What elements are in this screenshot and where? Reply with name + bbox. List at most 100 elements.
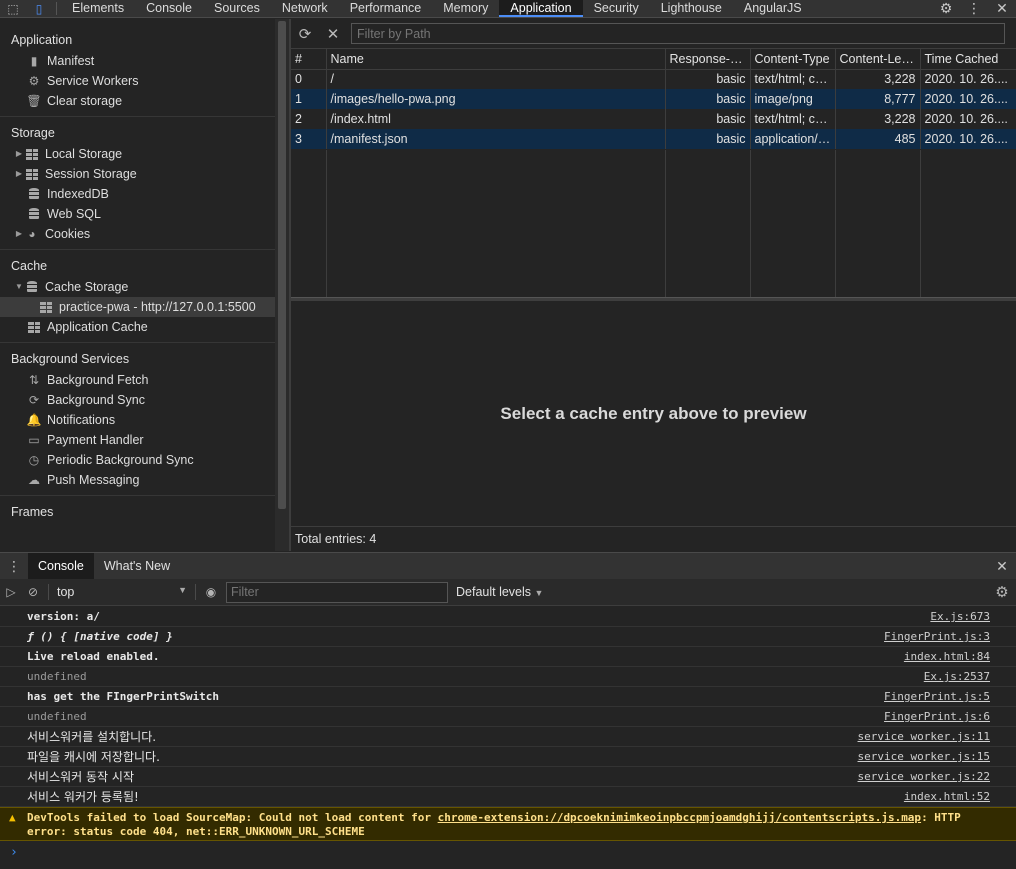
tab-security[interactable]: Security (583, 0, 650, 17)
sidebar-item-application-cache[interactable]: Application Cache (0, 317, 275, 337)
sidebar-item-clear-storage[interactable]: 🗑 Clear storage (0, 91, 275, 111)
drawer-tab-whats-new[interactable]: What's New (94, 553, 180, 580)
log-source-link[interactable]: Ex.js:673 (930, 610, 990, 623)
sidebar-item-local-storage[interactable]: ▶ Local Storage (0, 144, 275, 164)
sidebar-item-web-sql[interactable]: Web SQL (0, 204, 275, 224)
console-filter-input[interactable] (226, 581, 448, 603)
log-source-link[interactable]: FingerPrint.js:3 (884, 630, 990, 643)
log-message: 서비스 워커가 등록됨! (27, 790, 139, 804)
log-source-link[interactable]: service worker.js:15 (858, 750, 990, 763)
warning-sourcemap-link[interactable]: chrome-extension://dpcoeknimimkeoinpbccp… (438, 811, 921, 824)
console-log-line: has get the FIngerPrintSwitch FingerPrin… (0, 687, 1016, 707)
tab-performance[interactable]: Performance (339, 0, 433, 17)
log-message: undefined (27, 670, 87, 683)
application-sidebar: Application ▮ Manifest ⚙ Service Workers… (0, 19, 275, 551)
table-row[interactable]: 0 / basic text/html; ch... 3,228 2020. 1… (291, 69, 1016, 89)
tab-network[interactable]: Network (271, 0, 339, 17)
tab-sources[interactable]: Sources (203, 0, 271, 17)
table-row[interactable]: 3 /manifest.json basic application/j... … (291, 129, 1016, 149)
column-header-index[interactable]: # (291, 49, 327, 70)
column-header-time-cached[interactable]: Time Cached (920, 49, 1016, 70)
drawer-tab-bar: ⋮ Console What's New ✕ (0, 552, 1016, 580)
sidebar-item-periodic-background-sync[interactable]: ◷ Periodic Background Sync (0, 450, 275, 470)
context-select[interactable]: top ▼ (53, 585, 191, 599)
expand-arrow-icon[interactable]: ▶ (13, 224, 25, 244)
expand-arrow-icon[interactable]: ▶ (13, 164, 25, 184)
log-source-link[interactable]: service worker.js:11 (858, 730, 990, 743)
table-row[interactable]: 1 /images/hello-pwa.png basic image/png … (291, 89, 1016, 109)
sidebar-item-manifest[interactable]: ▮ Manifest (0, 51, 275, 71)
log-source-link[interactable]: FingerPrint.js:6 (884, 710, 990, 723)
delete-selected-icon[interactable]: ✕ (319, 25, 347, 43)
table-row[interactable]: 2 /index.html basic text/html; ch... 3,2… (291, 109, 1016, 129)
sidebar-item-label: Session Storage (45, 167, 137, 181)
log-source-link[interactable]: index.html:52 (904, 790, 990, 803)
tab-application[interactable]: Application (499, 0, 583, 17)
more-options-icon[interactable]: ⋮ (960, 0, 988, 17)
sidebar-item-label: Clear storage (47, 94, 123, 108)
filter-by-path-input[interactable] (351, 23, 1005, 44)
sidebar-item-service-workers[interactable]: ⚙ Service Workers (0, 71, 275, 91)
refresh-icon[interactable]: ⟳ (291, 25, 319, 43)
sidebar-scrollbar[interactable] (275, 19, 289, 551)
column-header-name[interactable]: Name (326, 49, 666, 70)
device-toolbar-icon[interactable]: ▯ (26, 0, 52, 18)
log-source-link[interactable]: FingerPrint.js:5 (884, 690, 990, 703)
tab-memory[interactable]: Memory (432, 0, 499, 17)
grid-icon (27, 320, 41, 334)
tab-console[interactable]: Console (135, 0, 203, 17)
sidebar-item-background-fetch[interactable]: ⇅ Background Fetch (0, 370, 275, 390)
sidebar-item-cookies[interactable]: ▶ ◕ Cookies (0, 224, 275, 244)
show-sidebar-icon[interactable]: ▷ (0, 585, 22, 599)
sidebar-item-indexeddb[interactable]: IndexedDB (0, 184, 275, 204)
collapse-arrow-icon[interactable]: ▼ (13, 277, 25, 297)
settings-gear-icon[interactable]: ⚙ (932, 0, 960, 17)
tab-bar-divider (56, 2, 57, 15)
log-source-link[interactable]: index.html:84 (904, 650, 990, 663)
tab-angularjs[interactable]: AngularJS (733, 0, 813, 17)
log-levels-dropdown[interactable]: Default levels ▼ (456, 585, 543, 599)
cell-time-cached: 2020. 10. 26.... (920, 129, 1016, 149)
sidebar-item-session-storage[interactable]: ▶ Session Storage (0, 164, 275, 184)
close-devtools-icon[interactable]: ✕ (988, 0, 1016, 17)
sidebar-item-notifications[interactable]: 🔔 Notifications (0, 410, 275, 430)
expand-arrow-icon[interactable]: ▶ (13, 144, 25, 164)
sidebar-item-background-sync[interactable]: ⟳ Background Sync (0, 390, 275, 410)
database-icon (27, 187, 41, 201)
sidebar-item-push-messaging[interactable]: ☁ Push Messaging (0, 470, 275, 490)
section-divider (0, 342, 275, 343)
sidebar-item-label: Periodic Background Sync (47, 453, 194, 467)
sidebar-item-cache-practice-pwa[interactable]: practice-pwa - http://127.0.0.1:5500 (0, 297, 275, 317)
sidebar-item-cache-storage[interactable]: ▼ Cache Storage (0, 277, 275, 297)
column-header-response-type[interactable]: Response-Ty... (665, 49, 751, 70)
log-source-link[interactable]: service worker.js:22 (858, 770, 990, 783)
log-message: ƒ () { [native code] } (27, 630, 173, 643)
sidebar-item-payment-handler[interactable]: ▭ Payment Handler (0, 430, 275, 450)
live-expression-eye-icon[interactable]: ◉ (200, 585, 222, 599)
column-header-content-length[interactable]: Content-Len... (835, 49, 921, 70)
log-message: version: a/ (27, 610, 100, 623)
console-log-line: 서비스워커 동작 시작 service worker.js:22 (0, 767, 1016, 787)
cell-content-length: 8,777 (835, 89, 921, 109)
credit-card-icon: ▭ (28, 433, 40, 447)
console-settings-gear-icon[interactable]: ⚙ (988, 583, 1016, 601)
close-drawer-icon[interactable]: ✕ (988, 558, 1016, 575)
sidebar-item-label: Payment Handler (47, 433, 144, 447)
drawer-tab-console[interactable]: Console (28, 552, 94, 580)
drawer-menu-icon[interactable]: ⋮ (0, 558, 28, 575)
console-prompt-chevron-icon[interactable]: › (10, 845, 18, 860)
clear-console-icon[interactable]: ⊘ (22, 585, 44, 599)
cell-index: 3 (291, 129, 327, 149)
cell-name: /images/hello-pwa.png (326, 89, 666, 109)
inspect-element-icon[interactable]: ⬚ (0, 0, 26, 18)
column-header-content-type[interactable]: Content-Type (750, 49, 836, 70)
tab-lighthouse[interactable]: Lighthouse (650, 0, 733, 17)
scrollbar-thumb[interactable] (278, 21, 286, 509)
tab-elements[interactable]: Elements (61, 0, 135, 17)
cell-content-length: 3,228 (835, 109, 921, 129)
cell-response-type: basic (665, 89, 751, 109)
context-select-value: top (57, 585, 75, 599)
log-source-link[interactable]: Ex.js:2537 (924, 670, 990, 683)
warning-text-line2: error: status code 404, net::ERR_UNKNOWN… (27, 825, 365, 838)
log-message: undefined (27, 710, 87, 723)
